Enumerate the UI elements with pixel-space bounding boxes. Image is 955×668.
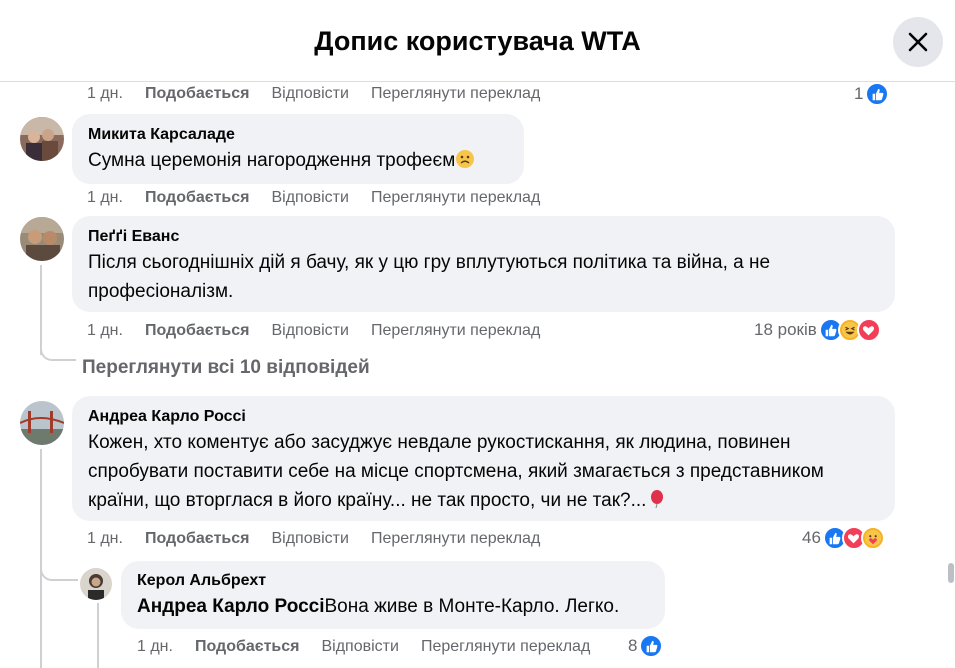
mention-link[interactable]: Андреа Карло Россі: [137, 596, 324, 617]
thread-line: [40, 265, 42, 355]
comment-time[interactable]: 1 дн.: [137, 638, 173, 656]
reaction-summary[interactable]: 8: [628, 633, 664, 659]
translate-action[interactable]: Переглянути переклад: [371, 85, 540, 103]
reply-action[interactable]: Відповісти: [271, 85, 348, 103]
comment-text-content: країни, що вторглася в його країну... не…: [88, 490, 647, 511]
comment-time[interactable]: 1 дн.: [87, 85, 123, 103]
comment-text: Сумна церемонія нагородження трофеєм: [88, 146, 508, 175]
sad-face-emoji: [456, 150, 475, 168]
comment-author[interactable]: Пеґґі Еванс: [88, 226, 879, 248]
thread-connector: [40, 553, 78, 581]
translate-action[interactable]: Переглянути переклад: [371, 530, 540, 548]
comment-author[interactable]: Микита Карсаладе: [88, 124, 508, 146]
reply-action[interactable]: Відповісти: [271, 322, 348, 340]
comment-author[interactable]: Андреа Карло Россі: [88, 406, 879, 428]
comment-time[interactable]: 1 дн.: [87, 530, 123, 548]
comment-text-content: Вона живе в Монте-Карло. Легко.: [324, 596, 620, 617]
dialog-title: Допис користувача WTA: [314, 26, 641, 56]
comment-text-line: професіоналізм.: [88, 281, 234, 302]
comment-time[interactable]: 1 дн.: [87, 322, 123, 340]
comment-text-content: Сумна церемонія нагородження трофеєм: [88, 150, 456, 171]
reaction-count: 46: [802, 528, 821, 547]
translate-action[interactable]: Переглянути переклад: [371, 322, 540, 340]
reply-action[interactable]: Відповісти: [271, 530, 348, 548]
reply-action[interactable]: Відповісти: [321, 638, 398, 656]
dialog-header: Допис користувача WTA: [0, 0, 955, 82]
reaction-summary[interactable]: 18 років: [754, 317, 881, 343]
like-reaction-icon: [639, 634, 664, 658]
balloon-emoji: [651, 490, 664, 509]
reply-action[interactable]: Відповісти: [271, 189, 348, 207]
comment-text-line: країни, що вторглася в його країну... не…: [88, 486, 879, 515]
close-button[interactable]: [893, 17, 943, 67]
avatar[interactable]: [20, 217, 64, 261]
comment-meta: 1 дн. Подобається Відповісти Переглянути…: [87, 83, 562, 105]
care-reaction-icon: [860, 526, 885, 550]
comment-meta: 1 дн. Подобається Відповісти Переглянути…: [87, 320, 562, 342]
comment-bubble: Микита Карсаладе Сумна церемонія нагород…: [72, 114, 524, 184]
comment-meta: 1 дн. Подобається Відповісти Переглянути…: [137, 636, 612, 658]
comment-bubble: Андреа Карло Россі Кожен, хто коментує а…: [72, 396, 895, 521]
close-icon: [908, 32, 928, 52]
comment-text: Андреа Карло РоссіВона живе в Монте-Карл…: [137, 592, 649, 621]
comment-author[interactable]: Керол Альбрехт: [137, 570, 649, 592]
avatar[interactable]: [80, 568, 112, 600]
comment-meta: 1 дн. Подобається Відповісти Переглянути…: [87, 187, 562, 209]
translate-action[interactable]: Переглянути переклад: [421, 638, 590, 656]
love-reaction-icon: [856, 318, 881, 342]
like-action[interactable]: Подобається: [145, 530, 250, 548]
reaction-count: 18 років: [754, 320, 817, 339]
comment-bubble: Пеґґі Еванс Після сьогоднішніх дій я бач…: [72, 216, 895, 312]
like-action[interactable]: Подобається: [145, 189, 250, 207]
like-reaction-icon: [865, 83, 890, 106]
comment-text-line: Кожен, хто коментує або засуджує невдале…: [88, 432, 791, 453]
view-all-replies-link[interactable]: Переглянути всі 10 відповідей: [82, 357, 370, 379]
like-action[interactable]: Подобається: [145, 85, 250, 103]
reaction-summary[interactable]: 1: [854, 83, 890, 107]
avatar[interactable]: [20, 401, 64, 445]
comment-time[interactable]: 1 дн.: [87, 189, 123, 207]
avatar[interactable]: [20, 117, 64, 161]
reaction-summary[interactable]: 46: [802, 525, 885, 551]
comment-meta: 1 дн. Подобається Відповісти Переглянути…: [87, 528, 562, 550]
comment-text-line: спробувати поставити себе на місце спорт…: [88, 461, 824, 482]
scrollbar[interactable]: [946, 83, 955, 668]
like-action[interactable]: Подобається: [145, 322, 250, 340]
translate-action[interactable]: Переглянути переклад: [371, 189, 540, 207]
thread-connector: [40, 345, 76, 361]
reply-bubble: Керол Альбрехт Андреа Карло РоссіВона жи…: [121, 561, 665, 629]
scrollbar-thumb[interactable]: [948, 563, 954, 583]
reaction-count: 1: [854, 84, 864, 103]
comment-text-line: Після сьогоднішніх дій я бачу, як у цю г…: [88, 252, 771, 273]
comments-list[interactable]: 1 дн. Подобається Відповісти Переглянути…: [0, 83, 955, 668]
like-action[interactable]: Подобається: [195, 638, 300, 656]
reaction-count: 8: [628, 636, 638, 655]
thread-line: [97, 603, 99, 668]
